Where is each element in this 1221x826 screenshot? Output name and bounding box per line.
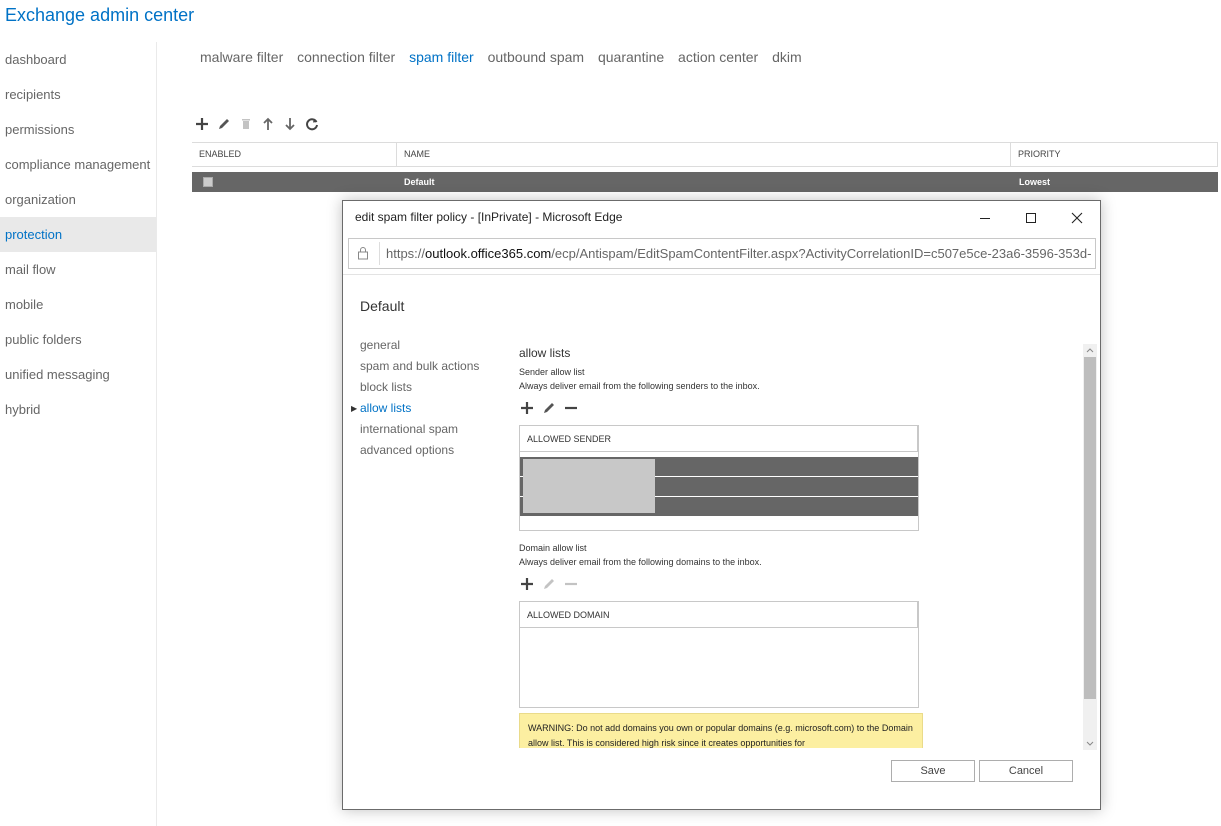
nav-item-public-folders[interactable]: public folders <box>0 322 156 357</box>
column-header-enabled[interactable]: ENABLED <box>192 143 397 166</box>
allowed-domain-column-header: ALLOWED DOMAIN <box>520 602 918 628</box>
content-scrollbar[interactable] <box>1083 344 1097 750</box>
nav-item-mobile[interactable]: mobile <box>0 287 156 322</box>
cancel-button[interactable]: Cancel <box>979 760 1073 782</box>
app-title: Exchange admin center <box>5 5 195 25</box>
add-icon[interactable] <box>519 576 535 592</box>
warning-message: WARNING: Do not add domains you own or p… <box>519 713 923 748</box>
move-up-icon[interactable] <box>260 116 276 132</box>
tab-connection-filter[interactable]: connection filter <box>297 49 395 65</box>
scroll-down-icon[interactable] <box>1083 738 1097 750</box>
subnav-item-general[interactable]: general <box>360 335 479 356</box>
policy-subnav: general spam and bulk actions block list… <box>351 335 479 461</box>
refresh-icon[interactable] <box>304 116 320 132</box>
allowed-domain-list: ALLOWED DOMAIN <box>519 601 919 708</box>
policy-name-cell: Default <box>404 177 435 187</box>
tab-spam-filter[interactable]: spam filter <box>409 49 474 65</box>
window-title: edit spam filter policy - [InPrivate] - … <box>355 210 623 224</box>
tab-malware-filter[interactable]: malware filter <box>200 49 283 65</box>
delete-icon[interactable] <box>238 116 254 132</box>
subnav-item-advanced-options[interactable]: advanced options <box>360 440 479 461</box>
edit-icon[interactable] <box>541 400 557 416</box>
policy-priority-cell: Lowest <box>1019 177 1051 187</box>
sender-toolbar <box>519 400 579 416</box>
lock-icon <box>357 246 369 265</box>
nav-item-mail-flow[interactable]: mail flow <box>0 252 156 287</box>
subnav-item-international-spam[interactable]: international spam <box>360 419 479 440</box>
minimize-icon[interactable] <box>970 207 1000 229</box>
nav-item-permissions[interactable]: permissions <box>0 112 156 147</box>
column-header-name[interactable]: NAME <box>397 143 1011 166</box>
remove-icon[interactable] <box>563 400 579 416</box>
edit-icon[interactable] <box>541 576 557 592</box>
allowed-sender-column-header: ALLOWED SENDER <box>520 426 918 452</box>
scroll-up-icon[interactable] <box>1083 344 1097 356</box>
tab-outbound-spam[interactable]: outbound spam <box>488 49 585 65</box>
section-title: allow lists <box>519 346 571 360</box>
url-path: /ecp/Antispam/EditSpamContentFilter.aspx… <box>551 246 1091 261</box>
add-icon[interactable] <box>519 400 535 416</box>
nav-item-dashboard[interactable]: dashboard <box>0 42 156 77</box>
domain-list-description: Always deliver email from the following … <box>519 557 762 567</box>
tab-bar: malware filter connection filter spam fi… <box>200 49 812 65</box>
subnav-item-block-lists[interactable]: block lists <box>360 377 479 398</box>
address-bar[interactable]: https://outlook.office365.com/ecp/Antisp… <box>348 238 1096 269</box>
nav-item-organization[interactable]: organization <box>0 182 156 217</box>
redacted-area <box>523 459 655 513</box>
url-text: https://outlook.office365.com/ecp/Antisp… <box>386 239 1091 268</box>
edit-policy-window: edit spam filter policy - [InPrivate] - … <box>342 200 1101 810</box>
sender-list-title: Sender allow list <box>519 367 585 377</box>
policy-toolbar <box>194 115 320 133</box>
allow-lists-content: allow lists Sender allow list Always del… <box>519 346 924 748</box>
tab-action-center[interactable]: action center <box>678 49 758 65</box>
allowed-sender-list: ALLOWED SENDER <box>519 425 919 531</box>
policy-grid-header: ENABLED NAME PRIORITY <box>192 142 1218 167</box>
move-down-icon[interactable] <box>282 116 298 132</box>
nav-item-recipients[interactable]: recipients <box>0 77 156 112</box>
domain-toolbar <box>519 576 579 592</box>
tab-quarantine[interactable]: quarantine <box>598 49 664 65</box>
left-nav: dashboard recipients permissions complia… <box>0 42 157 826</box>
nav-item-hybrid[interactable]: hybrid <box>0 392 156 427</box>
enabled-checkbox[interactable] <box>203 177 213 187</box>
url-scheme: https:// <box>386 246 426 261</box>
table-row[interactable]: Default Lowest <box>192 172 1218 192</box>
tab-dkim[interactable]: dkim <box>772 49 802 65</box>
subnav-item-allow-lists[interactable]: ▶ allow lists <box>351 398 479 419</box>
maximize-icon[interactable] <box>1016 207 1046 229</box>
close-icon[interactable] <box>1062 207 1092 229</box>
sender-list-description: Always deliver email from the following … <box>519 381 760 391</box>
nav-item-protection[interactable]: protection <box>0 217 156 252</box>
save-button[interactable]: Save <box>891 760 975 782</box>
url-domain: outlook.office365.com <box>425 246 552 261</box>
add-icon[interactable] <box>194 116 210 132</box>
column-header-priority[interactable]: PRIORITY <box>1011 143 1218 166</box>
nav-item-unified-messaging[interactable]: unified messaging <box>0 357 156 392</box>
edit-icon[interactable] <box>216 116 232 132</box>
nav-item-compliance-management[interactable]: compliance management <box>0 147 156 182</box>
domain-list-title: Domain allow list <box>519 543 587 553</box>
scrollbar-thumb[interactable] <box>1084 357 1096 699</box>
remove-icon[interactable] <box>563 576 579 592</box>
caret-right-icon: ▶ <box>351 404 358 413</box>
subnav-item-label: allow lists <box>360 401 412 415</box>
policy-title: Default <box>360 298 405 314</box>
subnav-item-spam-and-bulk-actions[interactable]: spam and bulk actions <box>360 356 479 377</box>
